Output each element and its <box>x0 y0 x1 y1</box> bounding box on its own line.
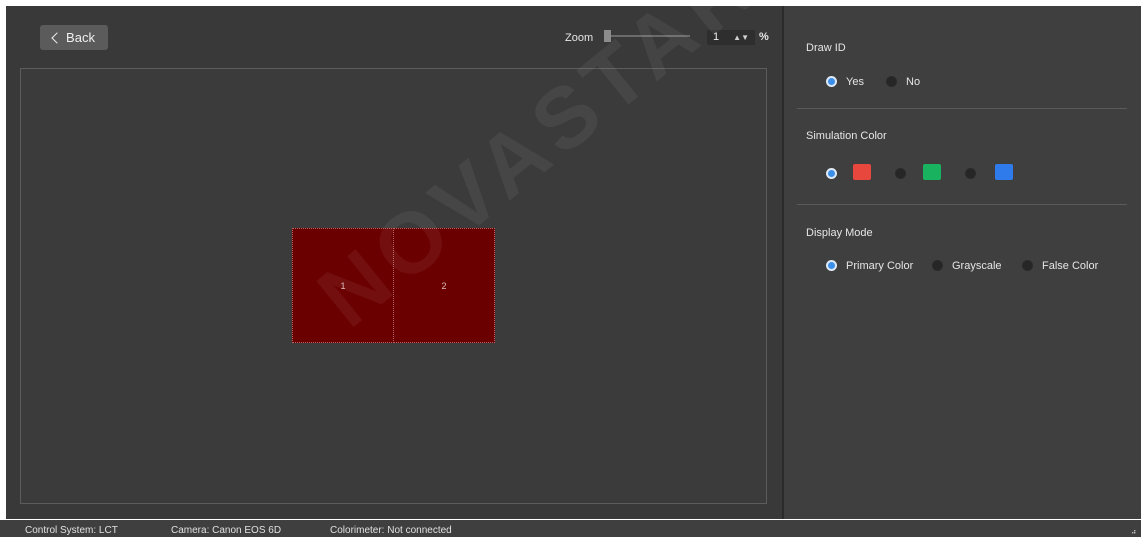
draw-id-title: Draw ID <box>806 42 846 54</box>
draw-id-yes-label: Yes <box>846 76 864 88</box>
section-divider <box>797 204 1127 205</box>
green-swatch[interactable] <box>923 164 941 180</box>
cabinet-1[interactable]: 1 <box>292 228 394 343</box>
calibration-window: Back Zoom 1 ▲▼ % 1 2 Draw ID Yes No Simu… <box>0 0 1141 537</box>
cabinet-id: 1 <box>340 280 346 291</box>
simulation-color-blue-radio[interactable] <box>965 168 976 179</box>
zoom-slider[interactable] <box>600 30 690 42</box>
camera-status: Camera: Canon EOS 6D <box>171 525 282 536</box>
simulation-color-red-radio[interactable] <box>826 168 837 179</box>
simulation-color-title: Simulation Color <box>806 130 887 142</box>
display-mode-grayscale-label: Grayscale <box>952 260 1002 272</box>
display-mode-primary-radio[interactable] <box>826 260 837 271</box>
chevron-left-icon <box>51 32 63 44</box>
zoom-spinbox[interactable]: 1 ▲▼ <box>707 30 755 45</box>
display-mode-primary-label: Primary Color <box>846 260 914 272</box>
cabinet-2[interactable]: 2 <box>393 228 495 343</box>
display-mode-grayscale-radio[interactable] <box>932 260 943 271</box>
display-mode-title: Display Mode <box>806 227 873 239</box>
control-system-status: Control System: LCT <box>25 525 118 536</box>
display-mode-false-color-radio[interactable] <box>1022 260 1033 271</box>
spin-arrows-icon[interactable]: ▲▼ <box>733 31 749 44</box>
simulation-color-green-radio[interactable] <box>895 168 906 179</box>
draw-id-yes-radio[interactable] <box>826 76 837 87</box>
zoom-label: Zoom <box>565 32 594 44</box>
section-divider <box>797 108 1127 109</box>
zoom-value: 1 <box>713 31 720 43</box>
colorimeter-status: Colorimeter: Not connected <box>330 525 452 536</box>
back-button[interactable]: Back <box>40 25 108 50</box>
resize-grip-icon[interactable] <box>1130 528 1136 534</box>
zoom-unit: % <box>759 31 769 43</box>
draw-id-no-label: No <box>906 76 921 88</box>
zoom-slider-handle[interactable] <box>603 30 611 42</box>
zoom-slider-track <box>604 35 690 37</box>
cabinet-id: 2 <box>441 280 447 291</box>
red-swatch[interactable] <box>853 164 871 180</box>
display-mode-false-color-label: False Color <box>1042 260 1099 272</box>
back-button-label: Back <box>66 30 95 45</box>
blue-swatch[interactable] <box>995 164 1013 180</box>
draw-id-no-radio[interactable] <box>886 76 897 87</box>
